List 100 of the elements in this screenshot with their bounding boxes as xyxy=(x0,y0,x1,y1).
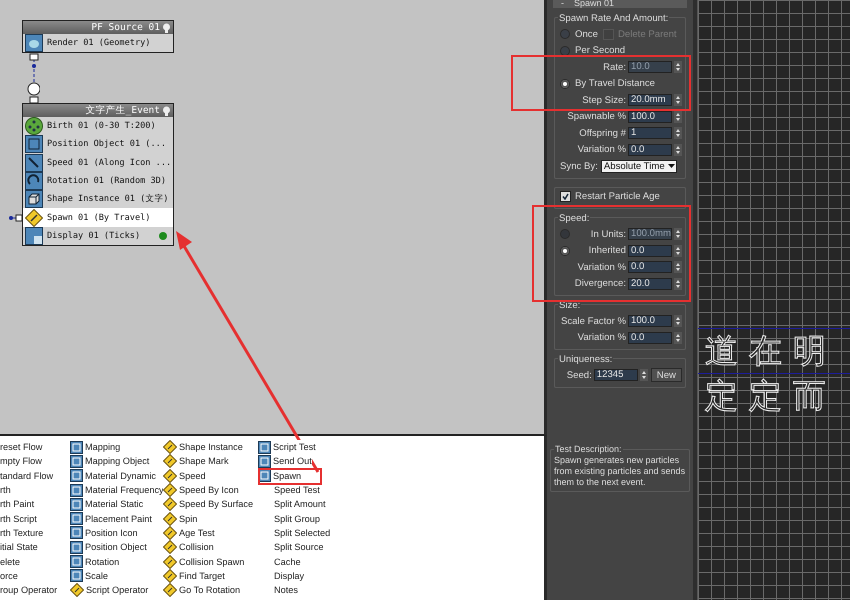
depot-item[interactable]: Go To Rotation xyxy=(163,582,240,598)
square-icon xyxy=(70,512,83,526)
depot-item[interactable]: mpty Flow xyxy=(0,454,42,469)
new-button[interactable]: New xyxy=(650,368,682,382)
depot-item[interactable]: Material Frequency xyxy=(70,482,164,498)
spinner-arrows[interactable] xyxy=(674,278,682,290)
spinner-arrows[interactable] xyxy=(674,315,682,328)
number-field[interactable]: 20.0mm xyxy=(628,94,672,106)
diamond-icon xyxy=(163,468,177,483)
number-field[interactable]: 0.0 xyxy=(628,144,672,156)
field-label: In Units: xyxy=(590,228,626,240)
spinner-arrows[interactable] xyxy=(674,144,682,156)
field-label: Offspring # xyxy=(578,128,626,139)
diamond-icon xyxy=(163,440,177,454)
spinner-arrows[interactable] xyxy=(674,127,682,140)
highlight-frame xyxy=(258,468,322,485)
diamond-icon xyxy=(163,454,177,468)
number-field[interactable]: 20.0 xyxy=(628,278,672,290)
operator-row[interactable]: Shape Instance 01 (文字) xyxy=(23,190,173,208)
field-label: Variation % xyxy=(576,144,626,156)
depot-item[interactable]: Position Icon xyxy=(70,526,138,540)
number-field[interactable]: 100.0 xyxy=(628,110,672,123)
field-label: Spawnable % xyxy=(566,111,626,122)
field-label: Variation % xyxy=(576,332,626,344)
depot-item[interactable]: Mapping xyxy=(70,440,120,454)
depot-item[interactable]: Speed By Icon xyxy=(163,482,239,498)
description-text: Spawn generates new particles from existing particles and sends them to the next event. xyxy=(554,455,686,488)
field-label: Scale Factor % xyxy=(560,316,626,327)
radio-button[interactable] xyxy=(560,46,570,56)
depot-item[interactable]: Placement Paint xyxy=(70,511,152,526)
diamond-icon xyxy=(163,540,177,554)
depot-item[interactable]: Material Dynamic xyxy=(70,468,156,483)
number-field[interactable]: 1 xyxy=(628,127,672,140)
depot-item[interactable]: Scale xyxy=(70,568,108,583)
square-icon xyxy=(258,440,271,454)
group-title: Speed: xyxy=(558,213,590,224)
depot-item[interactable]: Rotation xyxy=(70,554,120,569)
display-icon xyxy=(25,226,43,245)
rollout-title: Spawn 01 xyxy=(574,0,614,8)
diamond-icon xyxy=(25,208,43,227)
depot-item[interactable]: Speed By Surface xyxy=(163,497,254,512)
depot-item[interactable]: Script Operator xyxy=(70,582,148,598)
check-icon xyxy=(562,193,569,200)
number-field[interactable]: 0.0 xyxy=(628,261,672,274)
square-icon xyxy=(258,454,271,468)
depot-item[interactable]: Material Static xyxy=(70,497,144,512)
field-label: Divergence: xyxy=(574,278,626,290)
operator-row[interactable]: Render 01 (Geometry) xyxy=(23,34,173,52)
spinner-arrows[interactable] xyxy=(674,228,682,240)
radio-button[interactable] xyxy=(560,78,570,89)
spinner-arrows[interactable] xyxy=(674,94,682,106)
group-title: Test Description: xyxy=(554,444,623,454)
field-label: Step Size: xyxy=(581,94,626,106)
spinner-arrows[interactable] xyxy=(674,261,682,274)
radio-button[interactable] xyxy=(560,246,570,256)
depot-item[interactable]: Find Target xyxy=(163,568,225,583)
depot-item[interactable]: Speed xyxy=(163,468,206,483)
depot-item[interactable]: Spin xyxy=(163,511,198,526)
square-icon xyxy=(70,555,83,568)
depot-item[interactable]: Collision Spawn xyxy=(163,554,244,569)
operator-row[interactable]: Rotation 01 (Random 3D) xyxy=(23,172,173,190)
depot-item[interactable]: Collision xyxy=(163,540,214,554)
spinner-arrows[interactable] xyxy=(674,61,682,74)
diamond-icon xyxy=(163,512,177,526)
rollout-header[interactable]: - Spawn 01 xyxy=(553,0,687,8)
depot-item[interactable]: Send Out xyxy=(258,454,312,469)
number-field[interactable]: 0.0 xyxy=(628,332,672,344)
operator-row[interactable]: Birth 01 (0-30 T:200) xyxy=(23,117,173,136)
depot-item[interactable]: Shape Instance xyxy=(163,440,243,454)
square-icon xyxy=(70,454,83,468)
number-field[interactable]: 100.0 xyxy=(628,315,672,328)
radio-label: Per Second xyxy=(575,45,626,56)
sync-dropdown[interactable]: Absolute Time xyxy=(600,160,677,173)
operator-row[interactable]: Spawn 01 (By Travel) xyxy=(23,208,173,227)
spinner-arrows[interactable] xyxy=(674,110,682,123)
radio-button[interactable] xyxy=(560,29,570,40)
square-icon xyxy=(70,498,83,511)
cube-icon xyxy=(25,190,43,208)
checkbox[interactable] xyxy=(560,191,571,202)
depot-item[interactable]: Position Object xyxy=(70,540,147,554)
number-field[interactable]: 12345 xyxy=(594,369,638,382)
group-title: Spawn Rate And Amount: xyxy=(558,13,670,24)
spinner-arrows[interactable] xyxy=(674,244,682,257)
operator-row[interactable]: Position Object 01 (... xyxy=(23,135,173,154)
spinner-arrows[interactable] xyxy=(640,369,648,382)
collapse-toggle[interactable]: - xyxy=(561,0,564,8)
field-label: Variation % xyxy=(576,262,626,273)
outline-text: 定定而 xyxy=(704,375,838,417)
depot-item[interactable]: Age Test xyxy=(163,526,215,540)
number-field[interactable]: 0.0 xyxy=(628,244,672,257)
radio-label: Once xyxy=(575,28,598,40)
operator-row[interactable]: Speed 01 (Along Icon ... xyxy=(23,154,173,172)
depot-item[interactable]: Script Test xyxy=(258,440,316,454)
square-icon xyxy=(70,569,83,582)
depot-item[interactable]: Mapping Object xyxy=(70,454,150,469)
spinner-arrows[interactable] xyxy=(674,332,682,344)
diamond-icon xyxy=(163,554,177,569)
operator-row[interactable]: Display 01 (Ticks) xyxy=(23,226,173,246)
square-icon xyxy=(70,526,83,540)
depot-item[interactable]: Shape Mark xyxy=(163,454,229,469)
